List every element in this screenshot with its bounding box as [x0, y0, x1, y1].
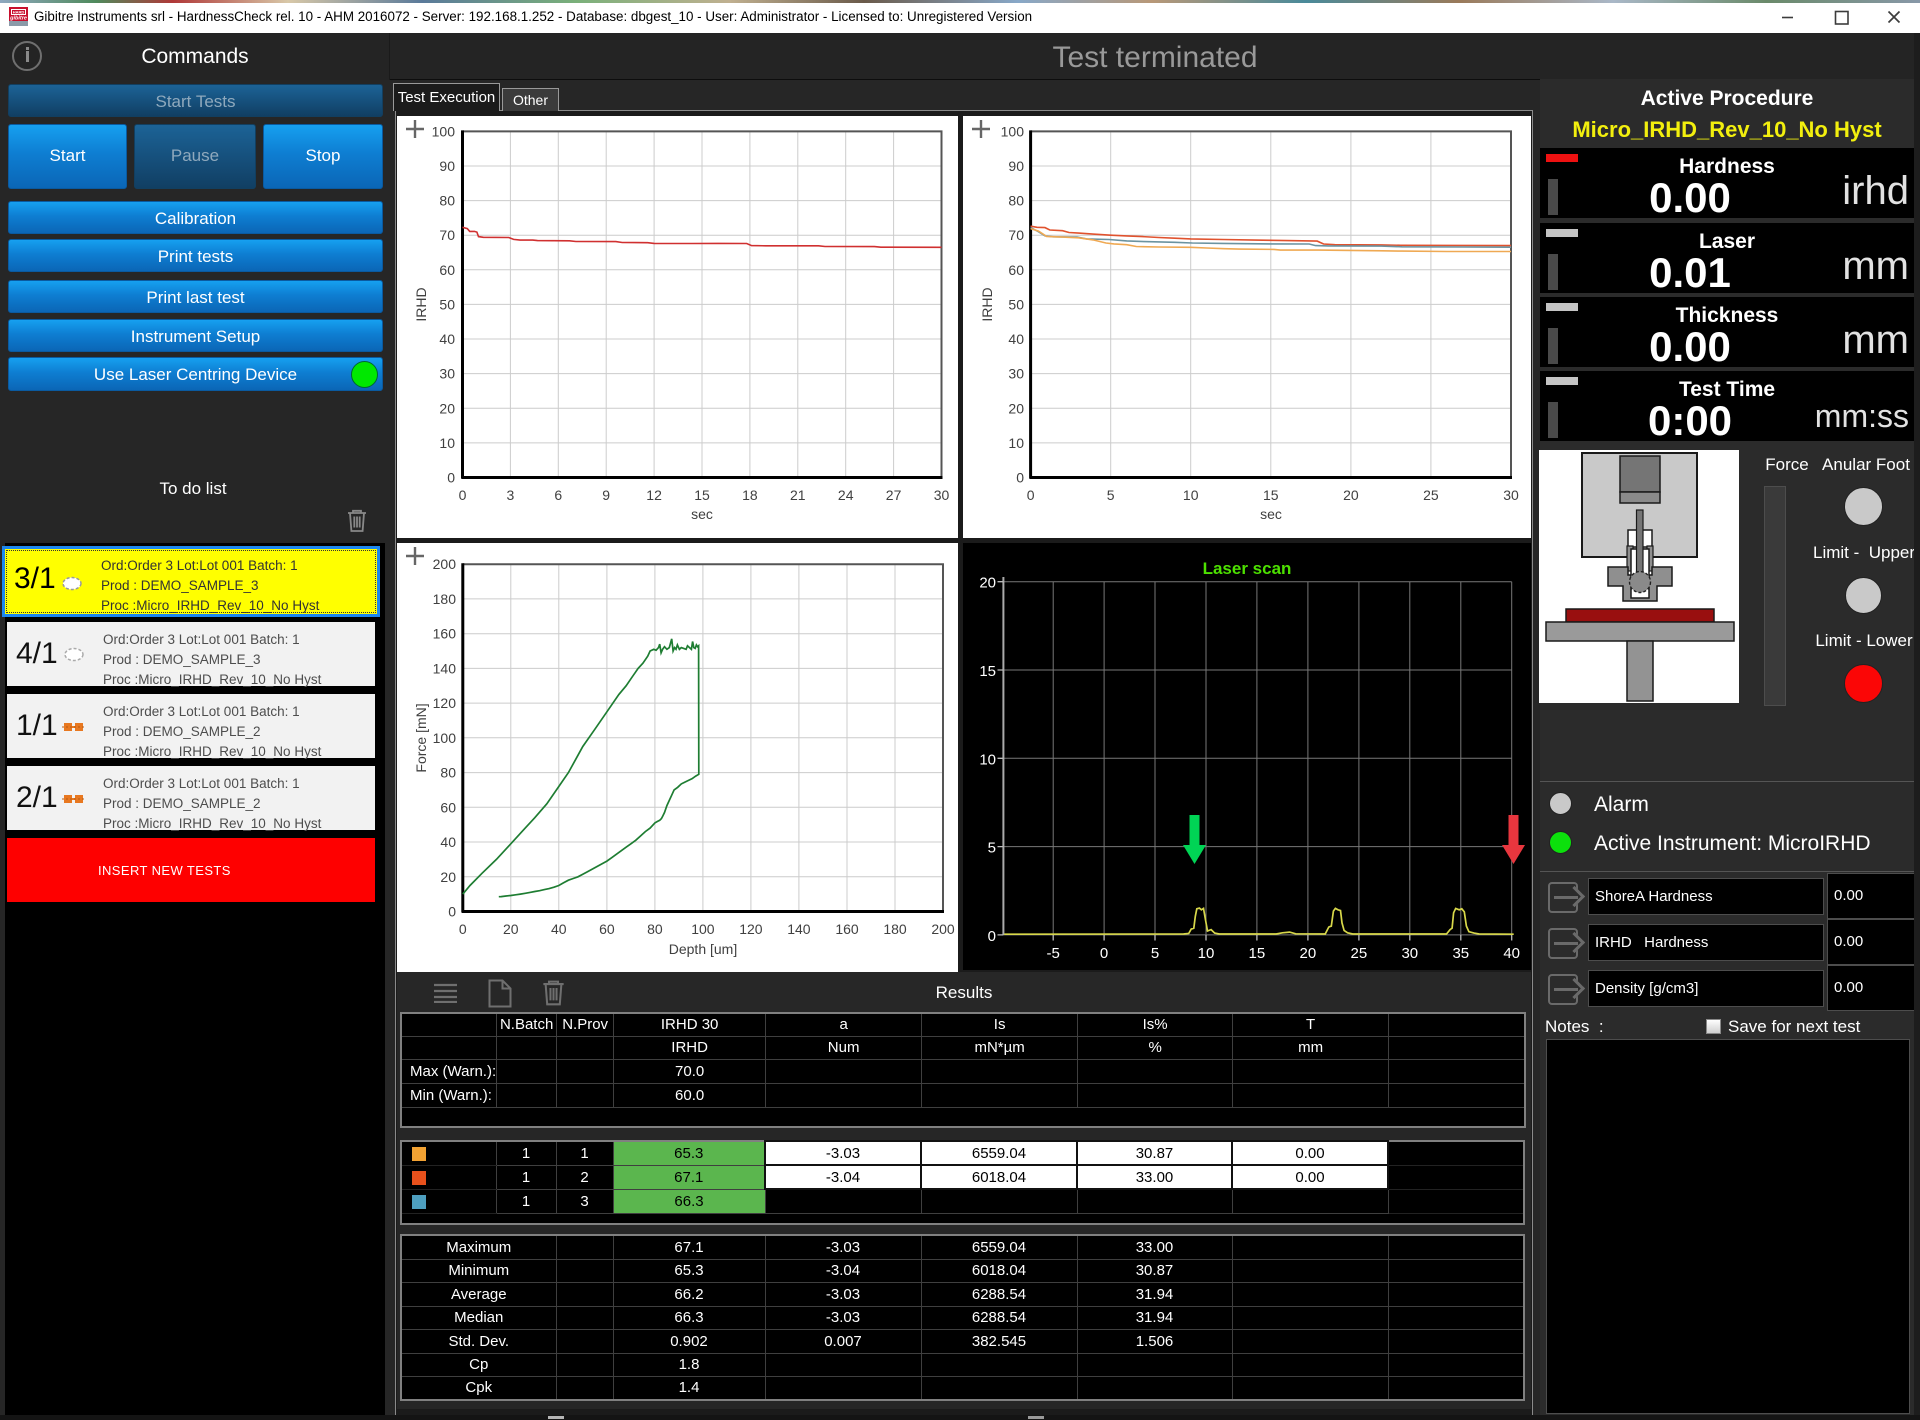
svg-text:0: 0	[448, 904, 456, 920]
svg-text:10: 10	[1008, 435, 1024, 451]
svg-text:20: 20	[439, 400, 455, 416]
svg-text:140: 140	[433, 660, 457, 676]
svg-text:80: 80	[439, 193, 455, 209]
svg-text:140: 140	[787, 921, 811, 937]
svg-text:160: 160	[433, 626, 457, 642]
svg-text:90: 90	[1008, 158, 1024, 174]
svg-text:10: 10	[1198, 945, 1215, 962]
svg-text:200: 200	[433, 556, 457, 572]
svg-text:90: 90	[439, 158, 455, 174]
svg-text:160: 160	[835, 921, 859, 937]
svg-text:12: 12	[646, 487, 662, 503]
svg-text:15: 15	[694, 487, 710, 503]
svg-text:25: 25	[1351, 945, 1368, 962]
svg-text:80: 80	[647, 921, 663, 937]
svg-text:20: 20	[503, 921, 519, 937]
svg-text:-5: -5	[1047, 945, 1060, 962]
svg-text:60: 60	[599, 921, 615, 937]
svg-text:10: 10	[979, 751, 996, 768]
svg-text:70: 70	[439, 227, 455, 243]
svg-text:15: 15	[1263, 487, 1279, 503]
svg-text:30: 30	[1503, 487, 1519, 503]
svg-text:40: 40	[440, 834, 456, 850]
svg-text:20: 20	[1008, 400, 1024, 416]
svg-text:60: 60	[1008, 262, 1024, 278]
svg-text:IRHD: IRHD	[413, 287, 429, 321]
svg-text:10: 10	[1183, 487, 1199, 503]
svg-text:3: 3	[507, 487, 515, 503]
svg-text:70: 70	[1008, 227, 1024, 243]
svg-text:40: 40	[1503, 945, 1520, 962]
svg-text:5: 5	[1151, 945, 1159, 962]
svg-text:27: 27	[886, 487, 902, 503]
svg-text:30: 30	[934, 487, 950, 503]
svg-text:24: 24	[838, 487, 854, 503]
svg-text:5: 5	[988, 840, 996, 857]
svg-text:180: 180	[883, 921, 907, 937]
svg-text:20: 20	[1343, 487, 1359, 503]
svg-text:60: 60	[440, 799, 456, 815]
svg-text:sec: sec	[1260, 506, 1282, 522]
svg-text:100: 100	[432, 123, 456, 139]
svg-text:180: 180	[433, 591, 457, 607]
svg-text:35: 35	[1452, 945, 1469, 962]
svg-text:15: 15	[979, 663, 996, 680]
svg-text:30: 30	[1008, 366, 1024, 382]
svg-text:sec: sec	[691, 506, 713, 522]
svg-text:100: 100	[1001, 123, 1025, 139]
svg-text:15: 15	[1249, 945, 1266, 962]
svg-text:5: 5	[1107, 487, 1115, 503]
svg-text:0: 0	[1100, 945, 1108, 962]
svg-text:0: 0	[1016, 470, 1024, 486]
svg-text:100: 100	[691, 921, 715, 937]
svg-text:100: 100	[433, 730, 457, 746]
svg-text:9: 9	[602, 487, 610, 503]
svg-text:50: 50	[1008, 296, 1024, 312]
svg-text:40: 40	[439, 331, 455, 347]
svg-text:0: 0	[1027, 487, 1035, 503]
svg-text:80: 80	[440, 765, 456, 781]
svg-text:60: 60	[439, 262, 455, 278]
svg-text:6: 6	[554, 487, 562, 503]
svg-text:gibitre: gibitre	[9, 16, 27, 22]
svg-text:20: 20	[440, 869, 456, 885]
svg-text:25: 25	[1423, 487, 1439, 503]
svg-text:20: 20	[1300, 945, 1317, 962]
svg-text:IRHD: IRHD	[979, 287, 995, 321]
svg-text:20: 20	[979, 575, 996, 592]
svg-text:30: 30	[1401, 945, 1418, 962]
svg-text:HARD: HARD	[13, 10, 25, 15]
svg-text:0: 0	[459, 921, 467, 937]
svg-text:120: 120	[739, 921, 763, 937]
svg-text:Depth [um]: Depth [um]	[669, 941, 737, 957]
svg-text:Laser scan: Laser scan	[1203, 559, 1292, 578]
svg-text:0: 0	[459, 487, 467, 503]
svg-text:80: 80	[1008, 193, 1024, 209]
svg-text:21: 21	[790, 487, 806, 503]
svg-text:40: 40	[1008, 331, 1024, 347]
svg-text:Force [mN]: Force [mN]	[413, 703, 429, 772]
svg-text:120: 120	[433, 695, 457, 711]
svg-text:30: 30	[439, 366, 455, 382]
svg-text:40: 40	[551, 921, 567, 937]
svg-text:0: 0	[447, 470, 455, 486]
svg-text:200: 200	[931, 921, 955, 937]
svg-text:0: 0	[988, 928, 996, 945]
svg-text:18: 18	[742, 487, 758, 503]
svg-text:50: 50	[439, 296, 455, 312]
svg-text:10: 10	[439, 435, 455, 451]
